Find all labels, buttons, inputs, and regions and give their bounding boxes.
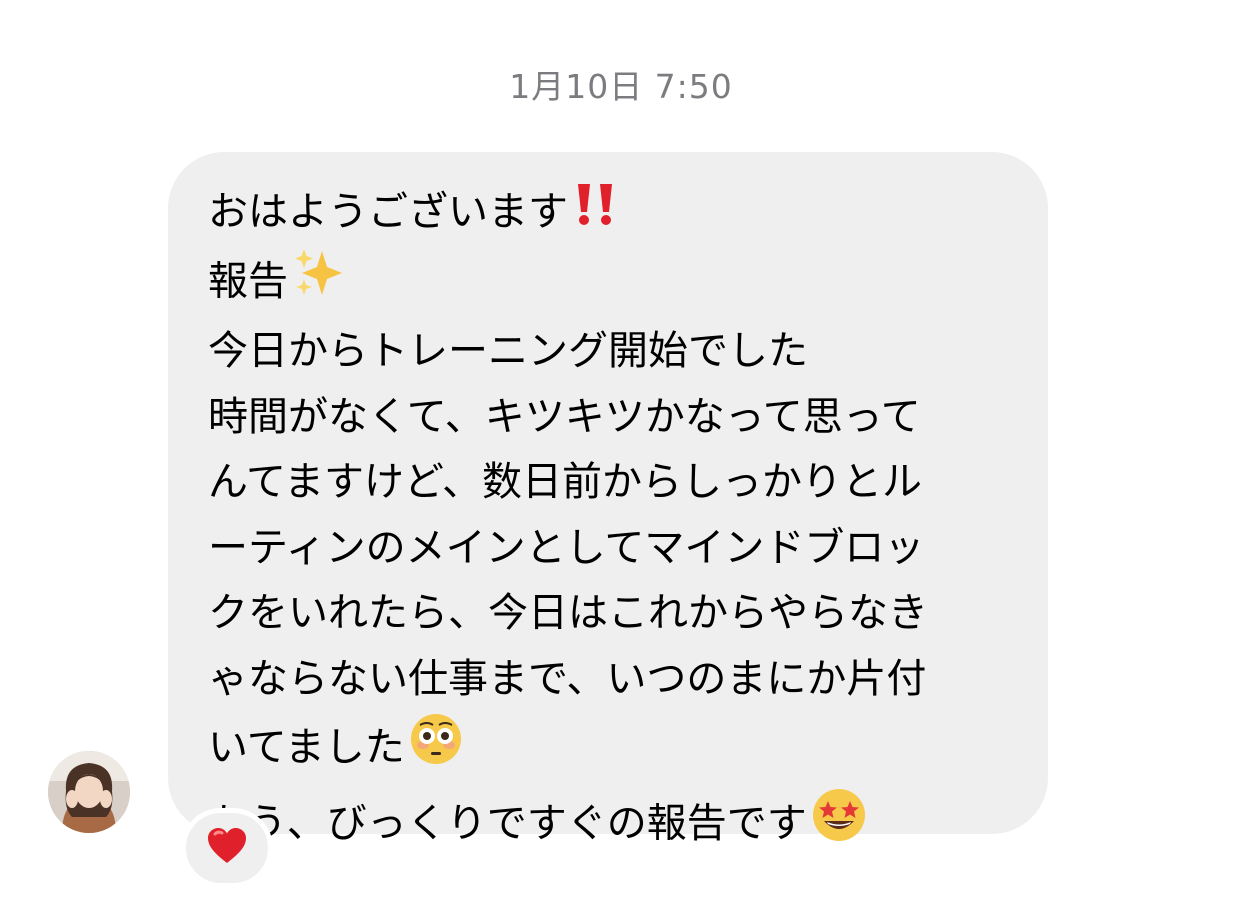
message-line: もう、びっくりですぐの報告です: [208, 787, 1028, 864]
reaction-badge[interactable]: [181, 808, 273, 888]
message-bubble[interactable]: おはようございます 報告 今日からトレーニング開始でした 時間がなくて、キツキツ…: [168, 152, 1048, 846]
red-heart-icon: [206, 827, 248, 869]
star-struck-face-icon: [811, 787, 867, 864]
avatar[interactable]: [48, 751, 130, 833]
message-line: んてますけど、数日前からしっかりとル: [208, 459, 922, 506]
message-line: ゃならない仕事まで、いつのまにか片付: [208, 655, 927, 702]
message-line: 今日からトレーニング開始でした: [208, 328, 808, 375]
message-line: いてました: [208, 712, 1028, 787]
message-line: おはようございます: [208, 180, 1028, 247]
message-line: 報告: [208, 247, 1028, 320]
message-line: 時間がなくて、キツキツかなって思って: [208, 393, 921, 440]
message-timestamp: 1月10日 7:50: [509, 67, 733, 106]
flushed-face-icon: [409, 712, 463, 787]
sparkles-icon: [292, 247, 348, 320]
message-line: クをいれたら、今日はこれからやらなき: [208, 590, 928, 637]
message-line: ーティンのメインとしてマインドブロッ: [208, 524, 925, 571]
double-exclamation-icon: [572, 181, 624, 247]
